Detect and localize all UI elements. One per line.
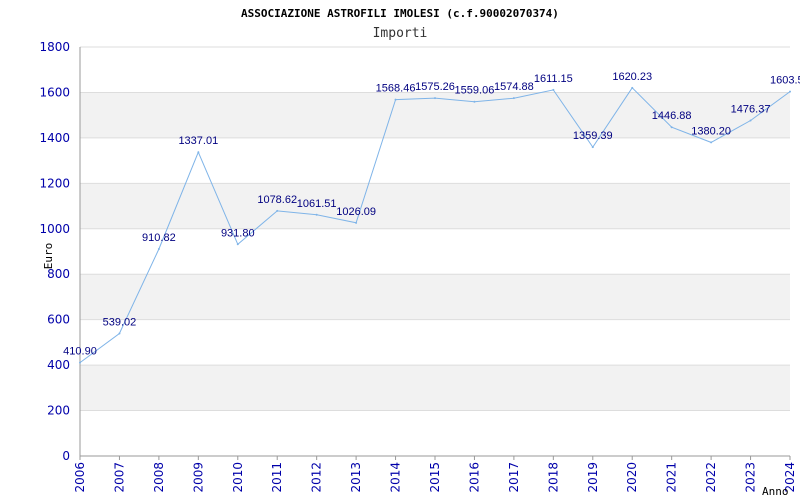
data-point: [276, 209, 279, 212]
y-tick-label: 600: [47, 313, 70, 327]
data-label: 1078.62: [257, 194, 297, 206]
data-label: 1620.23: [612, 71, 652, 83]
x-tick-label: 2020: [625, 462, 639, 493]
data-label: 1476.37: [731, 104, 771, 116]
data-point: [631, 86, 634, 89]
x-tick-label: 2017: [507, 462, 521, 493]
data-label: 910.82: [142, 232, 176, 244]
background-band: [80, 365, 790, 411]
x-tick-label: 2015: [428, 462, 442, 493]
x-tick-label: 2016: [467, 462, 481, 493]
y-tick-label: 1400: [39, 131, 70, 145]
y-tick-label: 1000: [39, 222, 70, 236]
data-label: 1337.01: [178, 135, 218, 147]
data-point: [236, 243, 239, 246]
data-label: 1026.09: [336, 206, 376, 218]
data-label: 1061.51: [297, 198, 337, 210]
data-point: [591, 146, 594, 149]
x-tick-label: 2022: [704, 462, 718, 493]
data-label: 1574.88: [494, 81, 534, 93]
data-label: 1446.88: [652, 110, 692, 122]
data-label: 1380.20: [691, 125, 731, 137]
data-point: [315, 213, 318, 216]
y-axis-label: Euro: [42, 243, 55, 270]
x-tick-labels: 2006 2007 2008 2009 2010 2011 2012 2013 2014 2015…: [73, 462, 797, 493]
data-point: [670, 126, 673, 129]
background-band: [80, 274, 790, 320]
x-tick-label: 2010: [231, 462, 245, 493]
x-tick-label: 2012: [310, 462, 324, 493]
y-tick-label: 200: [47, 404, 70, 418]
chart-subtitle: Importi: [373, 26, 428, 41]
data-label: 1603.5: [770, 75, 800, 87]
x-tick-label: 2011: [270, 462, 284, 493]
chart-title: ASSOCIAZIONE ASTROFILI IMOLESI (c.f.9000…: [241, 7, 559, 20]
data-point: [710, 141, 713, 144]
x-axis-label: Anno: [762, 485, 789, 498]
data-label: 1611.15: [534, 73, 573, 85]
x-tick-label: 2007: [112, 462, 126, 493]
data-point: [552, 88, 555, 91]
data-label: 1359.39: [573, 130, 613, 142]
y-tick-label: 1600: [39, 85, 70, 99]
data-point: [355, 221, 358, 224]
data-label: 539.02: [103, 317, 137, 329]
data-point: [394, 98, 397, 101]
x-tick-label: 2023: [744, 462, 758, 493]
data-point: [197, 151, 200, 154]
line-chart: ASSOCIAZIONE ASTROFILI IMOLESI (c.f.9000…: [39, 7, 800, 498]
data-point: [118, 332, 121, 335]
y-tick-label: 0: [62, 449, 70, 463]
data-label: 1568.46: [376, 83, 416, 95]
x-tick-label: 2014: [389, 462, 403, 493]
x-tick-label: 2009: [191, 462, 205, 493]
data-point: [157, 248, 160, 251]
background-band: [80, 183, 790, 229]
data-label: 931.80: [221, 227, 255, 239]
y-tick-label: 400: [47, 358, 70, 372]
chart-container: ASSOCIAZIONE ASTROFILI IMOLESI (c.f.9000…: [0, 0, 800, 500]
x-tick-label: 2008: [152, 462, 166, 493]
data-point: [789, 90, 791, 93]
x-tick-label: 2018: [546, 462, 560, 493]
data-point: [79, 361, 81, 364]
data-label: 410.90: [63, 346, 97, 358]
data-point: [749, 119, 752, 122]
y-tick-label: 1200: [39, 176, 70, 190]
data-point: [512, 97, 515, 100]
data-label: 1575.26: [415, 81, 455, 93]
data-point: [473, 100, 476, 103]
y-tick-label: 1800: [39, 40, 70, 54]
x-tick-label: 2019: [586, 462, 600, 493]
data-point: [434, 97, 436, 100]
x-tick-label: 2006: [73, 462, 87, 493]
x-tick-label: 2013: [349, 462, 363, 493]
x-tick-label: 2021: [665, 462, 679, 493]
data-label: 1559.06: [455, 85, 495, 97]
